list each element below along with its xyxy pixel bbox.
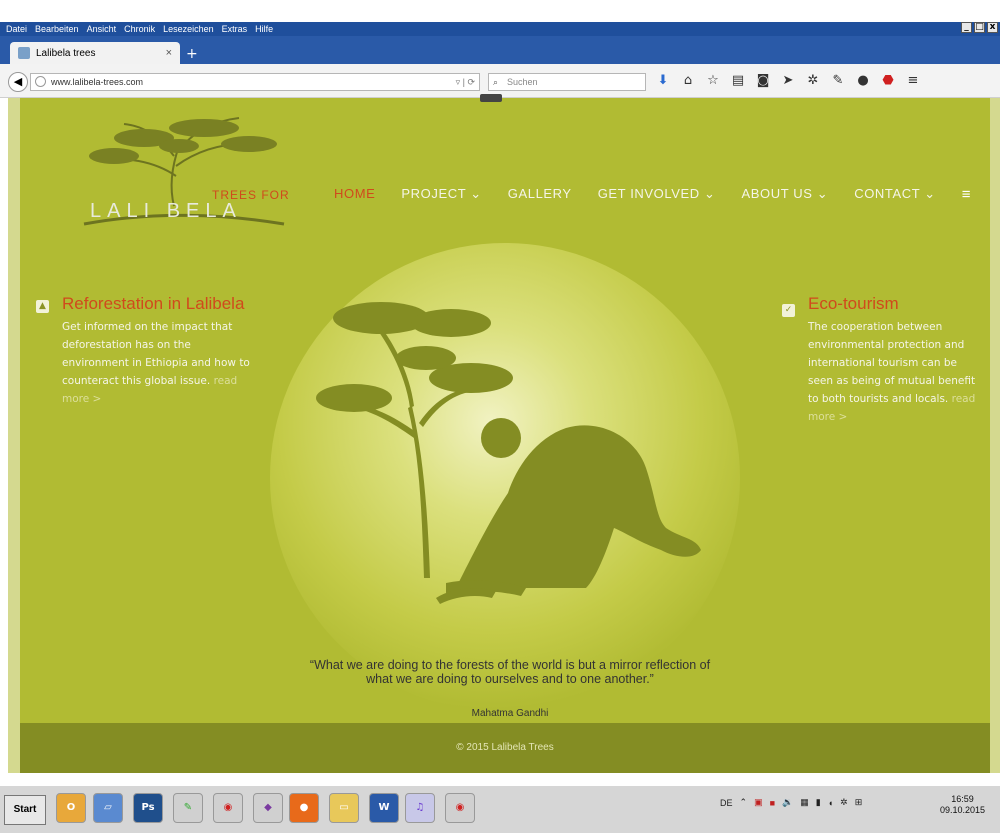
check-icon: ✓ — [782, 304, 795, 317]
grid-icon[interactable]: ⊞ — [855, 797, 863, 808]
quote: “What we are doing to the forests of the… — [260, 658, 760, 686]
clock[interactable]: 16:59 09.10.2015 — [940, 794, 985, 816]
word-icon[interactable]: W — [369, 793, 399, 823]
menu-ansicht[interactable]: Ansicht — [87, 24, 117, 34]
send-icon[interactable]: ➤ — [780, 73, 796, 88]
adblock-icon[interactable]: ⬣ — [880, 73, 896, 88]
planting-silhouette-icon — [316, 302, 701, 604]
search-icon: ⌕ — [493, 77, 499, 87]
inkscape-icon[interactable]: ✎ — [173, 793, 203, 823]
firefox-icon[interactable]: ● — [289, 793, 319, 823]
new-tab-button[interactable]: + — [186, 46, 198, 62]
feature-eco-tourism-text: The cooperation between environmental pr… — [808, 321, 976, 423]
web-page: TREES FOR LALI BELA HOME PROJECT ⌄ GALLE… — [8, 94, 1000, 773]
tray-expand-icon[interactable]: ⌃ — [740, 797, 748, 808]
toolbar-icons: ⬇ ⌂ ☆ ▤ ◙ ➤ ✲ ✎ ● ⬣ ≡ — [655, 73, 921, 88]
nav-project[interactable]: PROJECT ⌄ — [401, 186, 481, 203]
maximize-button[interactable]: □ — [974, 22, 985, 33]
start-button[interactable]: Start — [4, 795, 46, 825]
menu-hilfe[interactable]: Hilfe — [255, 24, 273, 34]
screenshot-2-icon[interactable]: ◉ — [445, 793, 475, 823]
language-indicator[interactable]: DE — [720, 798, 733, 808]
main-navigation: HOME PROJECT ⌄ GALLERY GET INVOLVED ⌄ AB… — [334, 186, 971, 203]
favicon-icon — [18, 47, 30, 59]
nav-gallery[interactable]: GALLERY — [508, 186, 572, 203]
reading-list-icon[interactable]: ▤ — [730, 73, 746, 88]
tab-bar: Lalibela trees × + — [0, 36, 1000, 64]
nav-menu-icon[interactable]: ≡ — [962, 186, 971, 203]
download-icon[interactable]: ⬇ — [655, 73, 671, 88]
menu-icon[interactable]: ≡ — [905, 73, 921, 88]
volume-icon[interactable]: 🔉 — [782, 797, 793, 808]
feature-reforestation-title[interactable]: Reforestation in Lalibela — [62, 294, 252, 314]
url-text: www.lalibela-trees.com — [51, 77, 144, 87]
settings-icon[interactable]: ✲ — [840, 797, 848, 808]
feature-eco-tourism-title[interactable]: Eco-tourism — [808, 294, 978, 314]
photoshop-icon[interactable]: Ps — [133, 793, 163, 823]
network-icon[interactable]: ▦ — [800, 797, 809, 808]
tree-icon: ▲ — [36, 300, 49, 313]
footer: © 2015 Lalibela Trees — [20, 723, 990, 773]
tab-title: Lalibela trees — [36, 47, 96, 59]
quote-line-2: what we are doing to ourselves and to on… — [366, 672, 654, 686]
pdf-icon[interactable]: ▣ — [754, 797, 763, 808]
signal-icon[interactable]: ▮ — [816, 797, 821, 808]
navigation-toolbar: ◀ www.lalibela-trees.com ▿ | ⟳ ⌕ Suchen … — [0, 64, 1000, 98]
feature-reforestation: Reforestation in Lalibela Get informed o… — [62, 294, 252, 408]
search-input[interactable]: ⌕ Suchen — [488, 73, 646, 91]
quote-author: Mahatma Gandhi — [471, 708, 549, 719]
window-controls: _ □ x — [961, 22, 998, 33]
b-icon[interactable]: ■ — [770, 798, 775, 808]
nav-home[interactable]: HOME — [334, 186, 375, 203]
outlook-icon[interactable]: O — [56, 793, 86, 823]
virtualbox-icon[interactable]: ▱ — [93, 793, 123, 823]
search-placeholder: Suchen — [507, 77, 538, 87]
logo-lalibela: LALI BELA — [90, 200, 242, 222]
top-toggle-handle[interactable] — [480, 94, 502, 102]
speaker-icon[interactable]: ◖ — [828, 798, 833, 808]
reload-icon[interactable]: ▿ | ⟳ — [456, 74, 475, 90]
menu-bar: Datei Bearbeiten Ansicht Chronik Lesezei… — [0, 22, 1000, 36]
screenshot-icon[interactable]: ◉ — [213, 793, 243, 823]
left-border — [8, 98, 20, 773]
close-window-button[interactable]: x — [987, 22, 998, 33]
explorer-icon[interactable]: ▭ — [329, 793, 359, 823]
bookmark-star-icon[interactable]: ☆ — [705, 73, 721, 88]
url-bar[interactable]: www.lalibela-trees.com ▿ | ⟳ — [30, 73, 480, 91]
clock-time: 16:59 — [951, 794, 974, 804]
taskbar: Start O ▱ Ps ✎ ◉ ◆ ● ▭ W ♫ ◉ DE ⌃ ▣ ■ 🔉 … — [0, 785, 1000, 833]
tab-lalibela-trees[interactable]: Lalibela trees × — [10, 42, 180, 64]
menu-datei[interactable]: Datei — [6, 24, 27, 34]
clock-date: 09.10.2015 — [940, 805, 986, 815]
back-button[interactable]: ◀ — [8, 72, 28, 92]
quote-line-1: “What we are doing to the forests of the… — [309, 658, 711, 672]
menu-lesezeichen[interactable]: Lesezeichen — [163, 24, 214, 34]
system-tray: DE ⌃ ▣ ■ 🔉 ▦ ▮ ◖ ✲ ⊞ — [720, 797, 862, 808]
site-logo[interactable]: TREES FOR LALI BELA — [64, 106, 294, 236]
nav-get-involved[interactable]: GET INVOLVED ⌄ — [598, 186, 716, 203]
globe-icon — [35, 76, 46, 87]
itunes-icon[interactable]: ♫ — [405, 793, 435, 823]
extension-icon[interactable]: ✲ — [805, 73, 821, 88]
menu-extras[interactable]: Extras — [222, 24, 248, 34]
right-border — [990, 98, 1000, 773]
copyright-text: © 2015 Lalibela Trees — [456, 742, 554, 753]
menu-chronik[interactable]: Chronik — [124, 24, 155, 34]
home-icon[interactable]: ⌂ — [680, 73, 696, 88]
feature-reforestation-text: Get informed on the impact that deforest… — [62, 321, 250, 405]
minimize-button[interactable]: _ — [961, 22, 972, 33]
chat-icon[interactable]: ● — [855, 73, 871, 88]
inkscape-2-icon[interactable]: ◆ — [253, 793, 283, 823]
extension-icon-2[interactable]: ✎ — [830, 73, 846, 88]
nav-contact[interactable]: CONTACT ⌄ — [854, 186, 936, 203]
feature-eco-tourism: Eco-tourism The cooperation between envi… — [808, 294, 978, 426]
pocket-icon[interactable]: ◙ — [755, 73, 771, 88]
tab-close-icon[interactable]: × — [166, 47, 172, 59]
nav-about-us[interactable]: ABOUT US ⌄ — [742, 186, 829, 203]
menu-bearbeiten[interactable]: Bearbeiten — [35, 24, 79, 34]
